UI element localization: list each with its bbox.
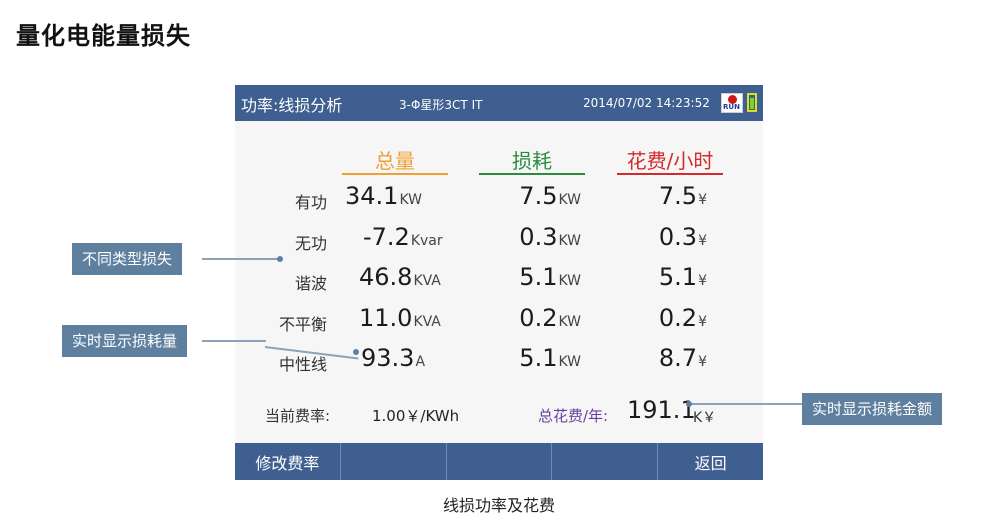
softkey-4[interactable]	[552, 443, 659, 480]
analyzer-screen: 功率:线损分析 3-Φ星形3CT IT 2014/07/02 14:23:52 …	[235, 85, 763, 480]
back-button[interactable]: 返回	[658, 443, 763, 480]
datetime: 2014/07/02 14:23:52	[583, 96, 710, 110]
column-underline-loss	[479, 173, 585, 175]
value-cost-unbalance: 0.2¥	[658, 304, 707, 332]
callout-realtime-loss: 实时显示损耗量	[62, 325, 188, 357]
value-loss-active: 7.5KW	[519, 182, 581, 210]
leader-line-loss-types	[202, 258, 278, 260]
edit-rate-button[interactable]: 修改费率	[235, 443, 341, 480]
rate-value: 1.00￥/KWh	[372, 407, 460, 425]
battery-icon	[747, 93, 757, 112]
run-icon: RUN	[721, 93, 743, 113]
value-total-unbalance: 11.0KVA	[359, 304, 441, 332]
softkey-bar: 修改费率 返回	[235, 443, 763, 480]
value-cost-active: 7.5¥	[658, 182, 707, 210]
softkey-2[interactable]	[340, 443, 447, 480]
value-total-active: 34.1KW	[345, 182, 422, 210]
row-label-harmonic: 谐波	[294, 274, 327, 293]
row-label-neutral: 中性线	[278, 355, 327, 374]
column-header-total: 总量	[375, 149, 415, 173]
callout-loss-types: 不同类型损失	[72, 243, 183, 275]
rate-label: 当前费率:	[265, 407, 331, 425]
row-label-reactive: 无功	[294, 234, 327, 253]
value-cost-neutral: 8.7¥	[658, 344, 707, 372]
wiring-config: 3-Φ星形3CT IT	[399, 98, 483, 112]
row-label-active: 有功	[294, 193, 327, 212]
title-bar: 功率:线损分析 3-Φ星形3CT IT 2014/07/02 14:23:52 …	[235, 85, 763, 121]
run-badge-text: RUN	[723, 103, 740, 111]
column-underline-cost	[617, 173, 723, 175]
leader-line-realtime-loss-a	[202, 340, 266, 342]
value-total-reactive: -7.2Kvar	[363, 223, 443, 251]
softkey-3[interactable]	[446, 443, 553, 480]
figure-caption: 线损功率及花费	[442, 496, 555, 515]
total-cost-label: 总花费/年:	[538, 407, 609, 425]
total-cost-unit: K￥	[693, 410, 717, 426]
row-label-unbalance: 不平衡	[278, 315, 327, 334]
value-loss-unbalance: 0.2KW	[519, 304, 581, 332]
leader-dot-loss-types	[277, 256, 283, 262]
value-cost-reactive: 0.3¥	[658, 223, 707, 251]
leader-dot-realtime-loss	[353, 349, 359, 355]
column-header-loss: 损耗	[512, 149, 552, 173]
value-cost-harmonic: 5.1¥	[658, 263, 707, 291]
leader-dot-realtime-cost	[686, 401, 692, 407]
column-header-cost: 花费/小时	[626, 149, 714, 173]
value-loss-harmonic: 5.1KW	[519, 263, 581, 291]
callout-realtime-cost: 实时显示损耗金额	[802, 393, 943, 425]
mode-title: 功率:线损分析	[241, 96, 343, 115]
page-title: 量化电能量损失	[16, 22, 191, 50]
total-cost-value: 191.1	[627, 396, 696, 424]
leader-line-realtime-cost	[690, 403, 802, 405]
column-underline-total	[342, 173, 448, 175]
value-total-neutral: 93.3A	[361, 344, 426, 372]
value-total-harmonic: 46.8KVA	[359, 263, 441, 291]
value-loss-reactive: 0.3KW	[519, 223, 581, 251]
value-loss-neutral: 5.1KW	[519, 344, 581, 372]
